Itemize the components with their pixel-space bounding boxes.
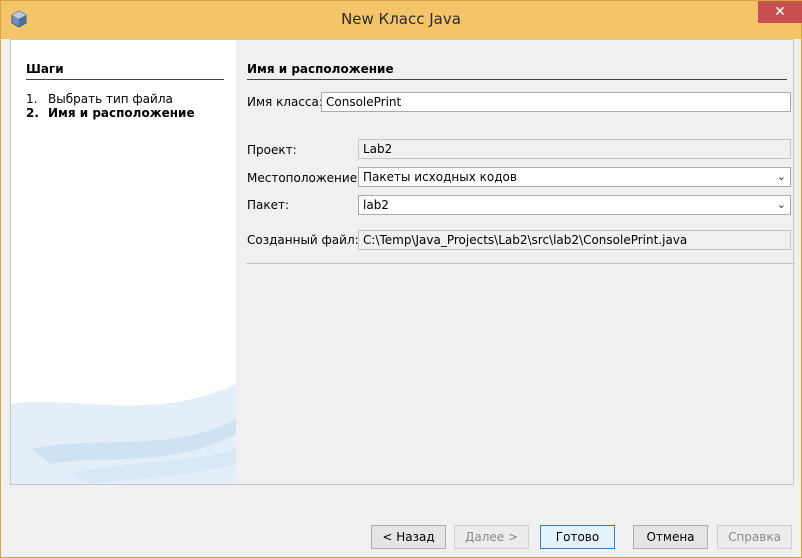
form-separator (246, 263, 795, 264)
location-select[interactable]: Пакеты исходных кодов ⌄ (358, 167, 791, 187)
step-item-name-location: 2. Имя и расположение (26, 106, 195, 120)
close-button[interactable]: ✕ (758, 1, 802, 23)
cancel-button[interactable]: Отмена (633, 525, 708, 549)
project-label: Проект: (247, 143, 297, 157)
back-button[interactable]: < Назад (371, 525, 446, 549)
steps-panel: Шаги 1. Выбрать тип файла 2. Имя и располо… (11, 40, 236, 484)
step-number: 2. (26, 106, 39, 120)
created-file-label: Созданный файл: (247, 233, 359, 247)
class-name-label: Имя класса: (247, 95, 323, 109)
next-button[interactable]: Далее > (454, 525, 529, 549)
step-number: 1. (26, 92, 38, 106)
step-label: Имя и расположение (48, 106, 195, 120)
steps-heading: Шаги (26, 62, 224, 80)
project-field: Lab2 (358, 139, 791, 159)
finish-button[interactable]: Готово (540, 525, 615, 549)
chevron-down-icon: ⌄ (776, 170, 786, 183)
form-panel: Имя и расположение Имя класса: ConsolePr… (236, 40, 795, 484)
location-label: Местоположение: (247, 171, 362, 185)
package-label: Пакет: (247, 198, 290, 212)
step-item-choose-type: 1. Выбрать тип файла (26, 92, 173, 106)
dialog-window: New Класс Java ✕ Шаги 1. Выбрать тип файл… (0, 0, 802, 558)
location-value: Пакеты исходных кодов (363, 170, 517, 184)
chevron-down-icon: ⌄ (776, 198, 786, 211)
title-bar[interactable]: New Класс Java ✕ (1, 1, 802, 39)
window-title: New Класс Java (341, 10, 461, 28)
help-button[interactable]: Справка (717, 525, 792, 549)
class-name-input[interactable]: ConsolePrint (321, 92, 791, 112)
form-heading: Имя и расположение (247, 62, 787, 80)
created-file-field: C:\Temp\Java_Projects\Lab2\src\lab2\Cons… (358, 230, 791, 250)
wizard-content: Шаги 1. Выбрать тип файла 2. Имя и располо… (10, 39, 795, 485)
decorative-swoosh-graphic (11, 384, 236, 484)
package-select[interactable]: lab2 ⌄ (358, 195, 791, 215)
step-label: Выбрать тип файла (48, 92, 173, 106)
package-value: lab2 (363, 198, 389, 212)
